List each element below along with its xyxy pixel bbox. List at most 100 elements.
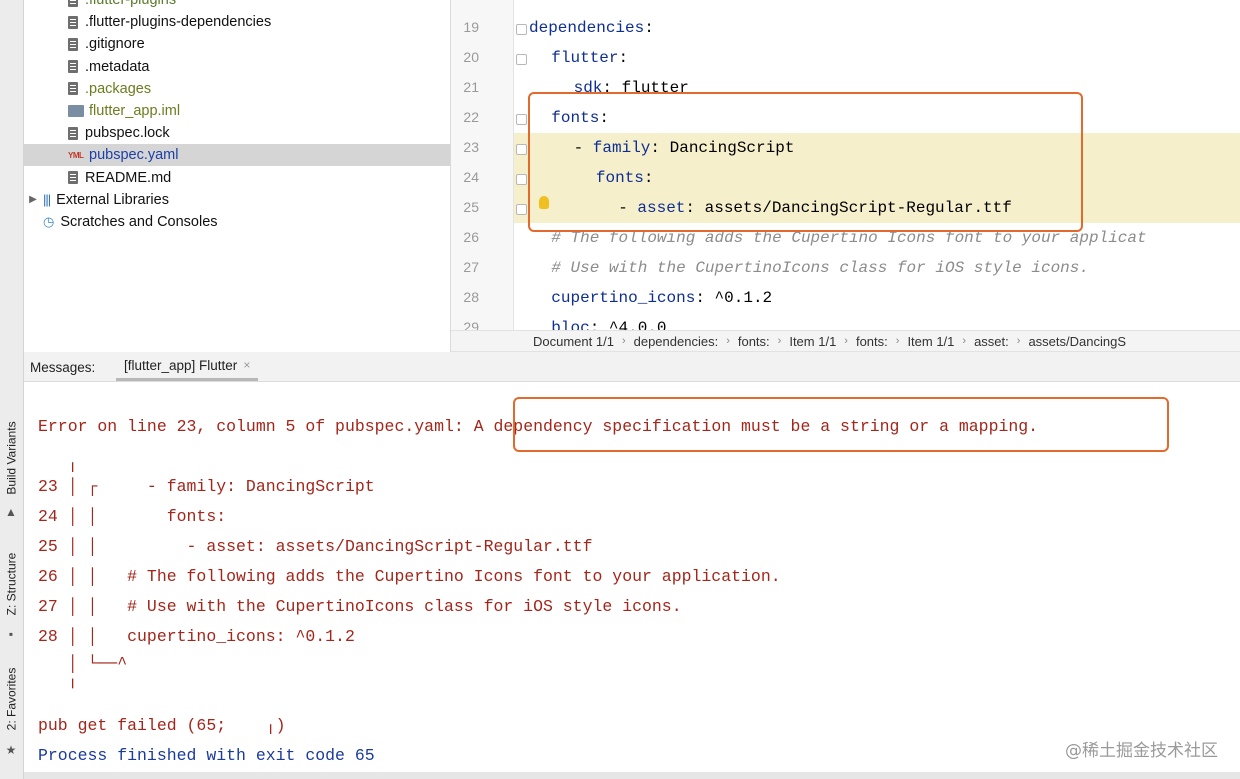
- tree-item-label: .gitignore: [85, 36, 145, 53]
- fold-marker-icon[interactable]: [516, 54, 527, 65]
- tree-item[interactable]: YML pubspec.yaml: [24, 144, 450, 167]
- code-token: : ^4.0.0: [589, 319, 667, 330]
- annotation-box-fonts: [528, 92, 1083, 232]
- code-token: flutter: [551, 49, 619, 67]
- code-text: bloc: ^4.0.0: [551, 313, 666, 330]
- tree-item-label: .flutter-plugins: [85, 0, 177, 8]
- tab-flutter-app-label: [flutter_app] Flutter: [124, 357, 238, 373]
- line-number: 25: [463, 199, 479, 215]
- breadcrumb-item[interactable]: fonts:: [738, 334, 770, 349]
- scratch-icon: ◷: [43, 214, 55, 229]
- code-line[interactable]: bloc: ^4.0.0: [451, 313, 1240, 330]
- close-icon[interactable]: ×: [243, 358, 250, 372]
- tree-item[interactable]: README.md: [24, 167, 450, 189]
- breadcrumb-item[interactable]: asset:: [974, 334, 1009, 349]
- file-icon: [68, 0, 78, 7]
- build-variants-label: Build Variants: [4, 420, 19, 495]
- code-token: bloc: [551, 319, 590, 330]
- watermark: @稀土掘金技术社区: [1065, 741, 1218, 761]
- code-line[interactable]: # Use with the CupertinoIcons class for …: [451, 253, 1240, 283]
- tree-item-label: External Libraries: [56, 191, 169, 208]
- file-icon: [68, 15, 78, 29]
- expand-arrow-icon[interactable]: ▶: [26, 194, 40, 205]
- breadcrumb-item[interactable]: Item 1/1: [789, 334, 836, 349]
- code-token: cupertino_icons: [551, 289, 696, 307]
- android-icon: ▲: [5, 505, 17, 519]
- breadcrumb-separator-icon: ›: [1016, 335, 1021, 347]
- breadcrumb-separator-icon: ›: [962, 335, 967, 347]
- structure-tab[interactable]: Z: Structure: [0, 540, 23, 628]
- code-text: flutter:: [551, 43, 628, 73]
- tree-item[interactable]: .gitignore: [24, 33, 450, 55]
- breadcrumb-item[interactable]: Document 1/1: [533, 334, 614, 349]
- messages-label: Messages:: [30, 360, 96, 375]
- tree-item[interactable]: flutter_app.iml: [24, 100, 450, 122]
- annotation-box-error: [513, 397, 1169, 452]
- breadcrumb-separator-icon: ›: [777, 335, 782, 347]
- breadcrumb-item[interactable]: assets/DancingS: [1028, 334, 1126, 349]
- console-pub-failed: pub get failed (65; ╷): [38, 716, 286, 735]
- console-line: 23 │ ┌ - family: DancingScript: [38, 477, 375, 496]
- favorites-tab[interactable]: 2: Favorites: [0, 660, 23, 738]
- yml-icon: YML: [68, 151, 84, 161]
- file-icon: [68, 126, 78, 140]
- fold-marker-icon[interactable]: [516, 24, 527, 35]
- code-line[interactable]: cupertino_icons: ^0.1.2: [451, 283, 1240, 313]
- tree-item-label: pubspec.yaml: [89, 147, 179, 164]
- tree-item-label: README.md: [85, 169, 172, 186]
- tool-window-strip: Build Variants ▲ Z: Structure ▪ 2: Favor…: [0, 0, 24, 779]
- status-bar: [24, 772, 1240, 779]
- breadcrumb: Document 1/1 › dependencies: › fonts: › Item 1…: [451, 330, 1240, 352]
- gitignore-icon: [68, 37, 78, 51]
- console-line: 28 │ │ cupertino_icons: ^0.1.2: [38, 627, 355, 646]
- fold-marker-icon[interactable]: [516, 174, 527, 185]
- breadcrumb-item[interactable]: fonts:: [856, 334, 888, 349]
- tree-item[interactable]: ▶ ||| External Libraries: [24, 189, 450, 211]
- tab-flutter-app[interactable]: [flutter_app] Flutter ×: [116, 352, 259, 381]
- code-text: dependencies:: [529, 13, 654, 43]
- tree-item[interactable]: .flutter-plugins-dependencies: [24, 11, 450, 33]
- file-icon: [68, 60, 78, 74]
- fold-marker-icon[interactable]: [516, 144, 527, 155]
- tree-item-label: flutter_app.iml: [89, 103, 181, 119]
- structure-icon: ▪: [8, 627, 14, 641]
- code-token: :: [618, 49, 629, 67]
- code-line[interactable]: flutter:: [451, 43, 1240, 73]
- code-token: # Use with the CupertinoIcons class for …: [551, 259, 1089, 277]
- tree-item-label: .metadata: [85, 58, 150, 75]
- tree-item[interactable]: .metadata: [24, 56, 450, 78]
- code-token: dependencies: [529, 19, 645, 37]
- breadcrumb-item[interactable]: Item 1/1: [907, 334, 954, 349]
- library-icon: |||: [43, 192, 51, 208]
- breadcrumb-item[interactable]: dependencies:: [634, 334, 719, 349]
- code-text: cupertino_icons: ^0.1.2: [551, 283, 772, 313]
- code-token: :: [644, 19, 654, 37]
- star-icon: ★: [5, 743, 17, 757]
- console-line: ╵: [38, 680, 78, 699]
- tree-item[interactable]: .flutter-plugins: [24, 0, 450, 11]
- module-icon: [68, 105, 84, 117]
- file-icon: [68, 82, 78, 96]
- tree-item-label: pubspec.lock: [85, 125, 170, 142]
- favorites-label: 2: Favorites: [4, 667, 19, 731]
- file-icon: [68, 171, 78, 185]
- code-text: # Use with the CupertinoIcons class for …: [551, 253, 1089, 283]
- tree-item[interactable]: ◷ Scratches and Consoles: [24, 211, 450, 233]
- console-line: 26 │ │ # The following adds the Cupertin…: [38, 567, 781, 586]
- fold-marker-icon[interactable]: [516, 204, 527, 215]
- tree-item-label: .flutter-plugins-dependencies: [85, 14, 272, 31]
- messages-tab-bar: Messages: [flutter_app] Flutter ×: [24, 352, 1240, 382]
- code-line[interactable]: dependencies:: [451, 13, 1240, 43]
- code-token: : ^0.1.2: [695, 289, 773, 307]
- tree-item[interactable]: pubspec.lock: [24, 122, 450, 144]
- line-number: 23: [463, 139, 479, 155]
- project-tree: .flutter-plugins .flutter-plugins-depende…: [24, 0, 451, 352]
- breadcrumb-separator-icon: ›: [726, 335, 730, 347]
- console-process-finished: Process finished with exit code 65: [38, 746, 375, 765]
- console-line: ╷: [38, 454, 78, 473]
- build-variants-tab[interactable]: Build Variants: [0, 410, 23, 505]
- tree-item[interactable]: .packages: [24, 78, 450, 100]
- fold-marker-icon[interactable]: [516, 114, 527, 125]
- breadcrumb-separator-icon: ›: [895, 335, 900, 347]
- breadcrumb-separator-icon: ›: [844, 335, 848, 347]
